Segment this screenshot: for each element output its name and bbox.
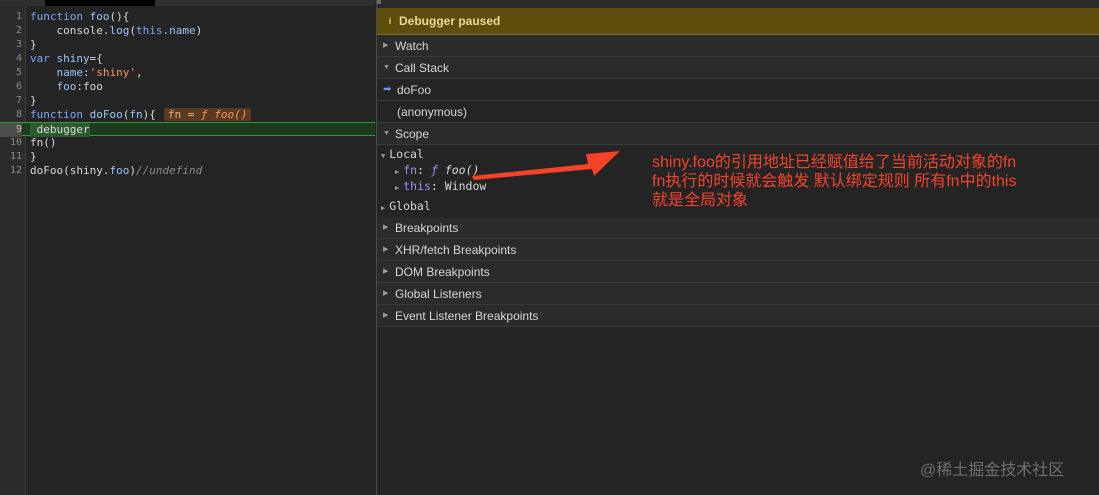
line-number[interactable]: 9 xyxy=(0,123,22,137)
code-line[interactable]: 5 name:'shiny', xyxy=(0,66,375,80)
code-line[interactable]: 12 doFoo(shiny.foo)//undefind xyxy=(0,164,375,178)
code-text: name:'shiny', xyxy=(56,66,143,79)
code-line[interactable]: 4 var shiny={ xyxy=(0,52,375,66)
frame-label: doFoo xyxy=(397,83,432,97)
triangle-right-icon: ▶ xyxy=(383,312,389,319)
section-label: DOM Breakpoints xyxy=(395,265,490,279)
annotation-line: shiny.foo的引用地址已经赋值给了当前活动对象的fn xyxy=(652,154,1017,171)
code-text: fn() xyxy=(30,136,57,149)
code-line[interactable]: 7} xyxy=(0,94,375,108)
call-frame-dofoo[interactable]: ➡ doFoo xyxy=(377,79,1099,101)
annotation-line: 就是全局对象 xyxy=(652,192,749,209)
code-line[interactable]: 1 function foo(){ xyxy=(0,10,375,24)
paused-label: Debugger paused xyxy=(399,14,501,28)
watermark: @稀土掘金技术社区 xyxy=(920,462,1065,479)
line-number[interactable]: 12 xyxy=(0,164,22,178)
colon: : xyxy=(430,179,445,193)
triangle-right-icon: ▶ xyxy=(383,290,389,297)
section-label: XHR/fetch Breakpoints xyxy=(395,243,517,257)
line-number[interactable]: 1 xyxy=(0,10,22,24)
var-name: this xyxy=(403,179,431,193)
local-label: Local xyxy=(389,147,424,161)
code-line[interactable]: 9 debugger xyxy=(0,122,375,137)
source-editor[interactable]: 1 function foo(){2 console.log(this.name)… xyxy=(0,0,375,495)
code-text: function doFoo(fn){fn = ƒ foo() xyxy=(30,108,252,122)
call-stack-label: Call Stack xyxy=(395,61,450,75)
watch-section-header[interactable]: ▶ Watch xyxy=(377,35,1099,57)
section-label: Global Listeners xyxy=(395,287,482,301)
section-header-global-listeners[interactable]: ▶ Global Listeners xyxy=(377,283,1099,305)
section-header-event-listener-breakpoints[interactable]: ▶ Event Listener Breakpoints xyxy=(377,305,1099,327)
triangle-right-icon: ▶ xyxy=(395,168,400,176)
line-number[interactable]: 8 xyxy=(0,108,22,122)
triangle-down-icon: ▼ xyxy=(383,64,390,71)
code-line[interactable]: 10 fn() xyxy=(0,136,375,150)
code-text: } xyxy=(30,94,37,107)
info-icon: i xyxy=(388,16,392,26)
function-glyph: ƒ xyxy=(430,163,438,177)
scope-label: Scope xyxy=(395,127,430,141)
code-text: function foo(){ xyxy=(30,10,130,23)
editor-tab[interactable] xyxy=(45,0,155,6)
annotation-line: fn执行的时候就会触发 默认绑定规则 所有fn中的this xyxy=(652,173,1017,190)
section-label: Event Listener Breakpoints xyxy=(395,309,539,323)
annotation-text: shiny.foo的引用地址已经赋值给了当前活动对象的fn fn执行的时候就会触发… xyxy=(652,153,1092,210)
inline-value-badge: fn = ƒ foo() xyxy=(163,108,252,121)
section-header-dom-breakpoints[interactable]: ▶ DOM Breakpoints xyxy=(377,261,1099,283)
sidebar-toolbar xyxy=(377,0,1099,8)
line-number[interactable]: 6 xyxy=(0,80,22,94)
code-text: debugger xyxy=(30,123,90,137)
line-number[interactable]: 10 xyxy=(0,136,22,150)
var-name: fn xyxy=(403,163,418,177)
debugger-paused-banner: i Debugger paused xyxy=(377,8,1099,35)
code-text: foo:foo xyxy=(56,80,103,93)
line-number[interactable]: 2 xyxy=(0,24,22,38)
code-line[interactable]: 11} xyxy=(0,150,375,164)
line-number[interactable]: 5 xyxy=(0,66,22,80)
triangle-right-icon: ▶ xyxy=(381,204,386,212)
scope-local[interactable]: ▼ Local xyxy=(381,146,424,162)
watch-label: Watch xyxy=(395,39,429,53)
triangle-right-icon: ▶ xyxy=(395,184,400,192)
triangle-right-icon: ▶ xyxy=(383,224,389,231)
code-text: doFoo(shiny.foo)//undefind xyxy=(30,164,203,177)
section-label: Breakpoints xyxy=(395,221,459,235)
code-line[interactable]: 3} xyxy=(0,38,375,52)
code-text: console.log(this.name) xyxy=(30,24,203,37)
code-line[interactable]: 8 function doFoo(fn){fn = ƒ foo() xyxy=(0,108,375,122)
editor-tab-bar xyxy=(0,0,375,6)
scope-global[interactable]: ▶ Global xyxy=(381,198,431,214)
call-stack-section-header[interactable]: ▼ Call Stack xyxy=(377,57,1099,79)
line-number[interactable]: 11 xyxy=(0,150,22,164)
code-line[interactable]: 2 console.log(this.name) xyxy=(0,24,375,38)
section-header-breakpoints[interactable]: ▶ Breakpoints xyxy=(377,217,1099,239)
line-number[interactable]: 3 xyxy=(0,38,22,52)
colon: : xyxy=(417,163,431,177)
code-line[interactable]: 6 foo:foo xyxy=(0,80,375,94)
annotation-arrow xyxy=(472,151,620,180)
line-number[interactable]: 4 xyxy=(0,52,22,66)
triangle-right-icon: ▶ xyxy=(383,42,389,49)
triangle-right-icon: ▶ xyxy=(383,246,389,253)
global-label: Global xyxy=(389,199,431,213)
section-header-xhr-fetch-breakpoints[interactable]: ▶ XHR/fetch Breakpoints xyxy=(377,239,1099,261)
triangle-right-icon: ▶ xyxy=(383,268,389,275)
code-text: } xyxy=(30,150,37,163)
code-text: var shiny={ xyxy=(30,52,103,65)
debugger-sidebar: i Debugger paused ▶ Watch ▼ Call Stack ➡… xyxy=(376,0,1099,495)
triangle-down-icon: ▼ xyxy=(383,130,390,137)
toolbar-handle[interactable] xyxy=(377,0,381,4)
line-number[interactable]: 7 xyxy=(0,94,22,108)
triangle-down-icon: ▼ xyxy=(381,152,386,160)
frame-label: (anonymous) xyxy=(397,105,468,119)
code-text: } xyxy=(30,38,37,51)
scope-var-fn[interactable]: ▶ fn: ƒ foo() xyxy=(395,162,479,178)
call-frame-anonymous[interactable]: (anonymous) xyxy=(377,101,1099,123)
arrow-right-icon: ➡ xyxy=(383,84,392,95)
